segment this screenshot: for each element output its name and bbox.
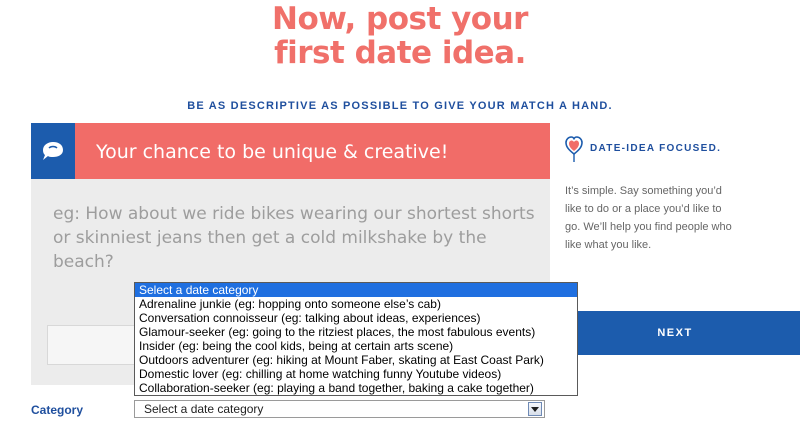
- card-title: Your chance to be unique & creative!: [96, 141, 449, 163]
- headline-line-1: Now, post your: [272, 1, 528, 37]
- category-select-value: Select a date category: [144, 402, 264, 416]
- sidebar-title: DATE-IDEA FOCUSED.: [590, 143, 722, 154]
- speech-bubble-icon: [31, 123, 75, 179]
- dropdown-option[interactable]: Domestic lover (eg: chilling at home wat…: [135, 367, 577, 381]
- date-idea-textarea[interactable]: eg: How about we ride bikes wearing our …: [53, 202, 543, 274]
- dropdown-option[interactable]: Collaboration-seeker (eg: playing a band…: [135, 381, 577, 395]
- headline-line-2: first date idea.: [274, 35, 526, 71]
- dropdown-option[interactable]: Adrenaline junkie (eg: hopping onto some…: [135, 297, 577, 311]
- page-headline: Now, post your first date idea.: [0, 2, 800, 70]
- chevron-down-icon[interactable]: [528, 402, 542, 416]
- dropdown-option[interactable]: Insider (eg: being the cool kids, being …: [135, 339, 577, 353]
- category-dropdown-list[interactable]: Select a date category Adrenaline junkie…: [134, 282, 578, 396]
- category-select[interactable]: Select a date category: [134, 400, 545, 418]
- page-subheading: BE AS DESCRIPTIVE AS POSSIBLE TO GIVE YO…: [187, 100, 613, 112]
- category-label: Category: [31, 403, 84, 417]
- heart-balloon-icon: [565, 135, 583, 163]
- dropdown-option[interactable]: Outdoors adventurer (eg: hiking at Mount…: [135, 353, 577, 367]
- sidebar-description: It’s simple. Say something you’d like to…: [565, 185, 732, 251]
- dropdown-option[interactable]: Select a date category: [135, 283, 577, 297]
- dropdown-option[interactable]: Conversation connoisseur (eg: talking ab…: [135, 311, 577, 325]
- dropdown-option[interactable]: Glamour-seeker (eg: going to the ritzies…: [135, 325, 577, 339]
- card-header: Your chance to be unique & creative!: [31, 123, 550, 179]
- next-button[interactable]: NEXT: [550, 311, 800, 355]
